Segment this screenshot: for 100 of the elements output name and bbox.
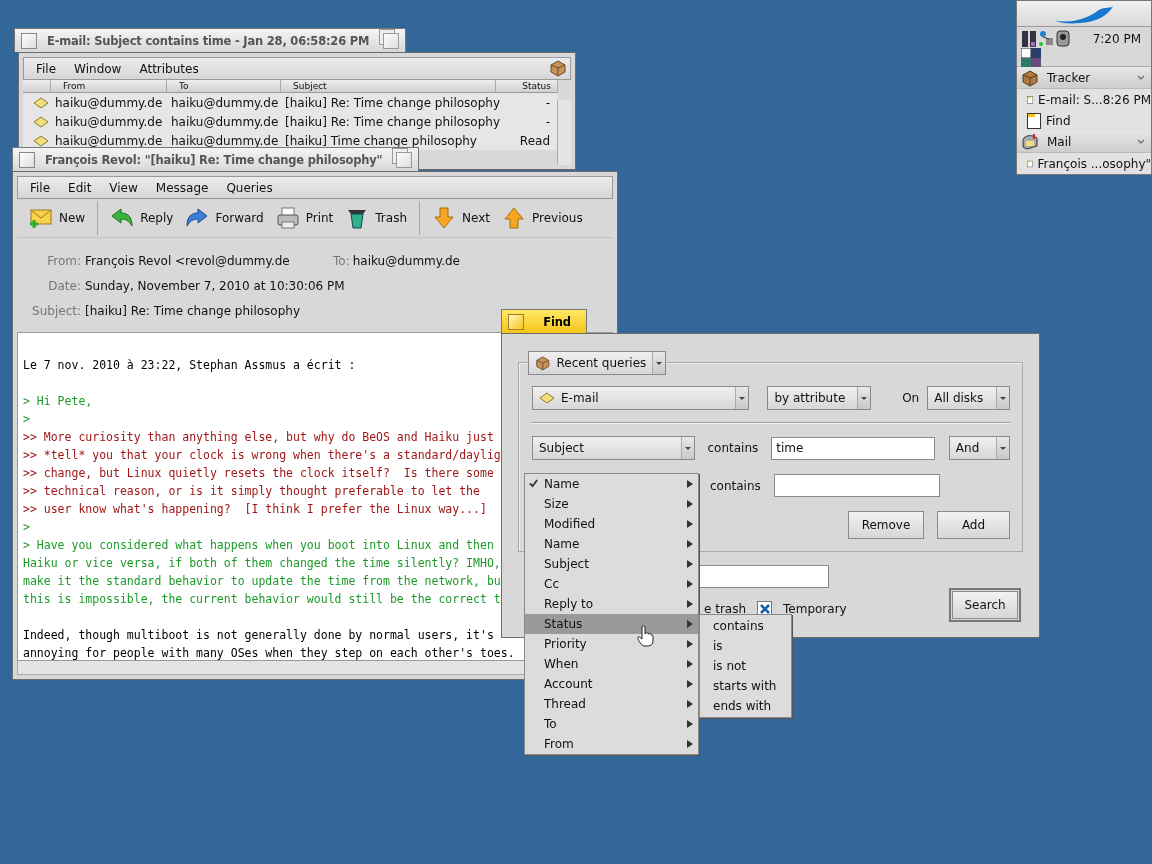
chevron-icon [1137, 138, 1145, 145]
window-tab[interactable]: E-mail: Subject contains time - Jan 28, 06:58:26 PM [14, 28, 407, 52]
menu-item[interactable]: is not [700, 656, 791, 676]
menu-item[interactable]: Name [525, 534, 698, 554]
menu-item[interactable]: Message [146, 180, 218, 195]
window-entry[interactable]: François ...osophy" [1017, 153, 1151, 174]
search-method-menu[interactable]: by attribute [767, 386, 872, 410]
menu-item[interactable]: ends with [700, 696, 791, 716]
attribute-menu[interactable]: Subject [532, 436, 695, 460]
window-title: E-mail: Subject contains time - Jan 28, 06:58:26 PM [47, 33, 370, 48]
menu-item[interactable]: Queries [217, 180, 282, 195]
reply-button[interactable]: Reply [104, 201, 180, 235]
menu-item[interactable]: Account [525, 674, 698, 694]
table-cell-text: Read [518, 133, 551, 148]
close-button[interactable] [19, 151, 35, 168]
table-cell-text: haiku@dummy.de [170, 133, 280, 148]
submenu-arrow-icon [687, 560, 693, 568]
menu-item[interactable]: Window [65, 61, 131, 76]
menu-item[interactable]: Status [525, 614, 698, 634]
print-button[interactable]: Print [269, 201, 340, 235]
menu-item[interactable]: View [100, 180, 147, 195]
window-tab[interactable]: Find [501, 309, 587, 333]
menu-item[interactable]: Edit [59, 180, 101, 195]
right-arrow-icon [185, 207, 210, 229]
workspaces-icon[interactable] [1021, 48, 1041, 68]
submenu-arrow-icon [687, 520, 693, 528]
menu-item[interactable]: File [21, 180, 60, 195]
network-icon[interactable] [1038, 30, 1054, 48]
field-label: Subject: [31, 303, 82, 318]
menu-item[interactable]: Subject [525, 554, 698, 574]
menu-item[interactable]: Name [525, 474, 698, 494]
envelope-icon [33, 115, 49, 128]
submenu-arrow-icon [687, 500, 693, 508]
search-button[interactable]: Search [952, 591, 1018, 619]
menu-item[interactable]: Attributes [130, 61, 208, 76]
package-icon [535, 355, 551, 371]
menu-item[interactable]: is [700, 636, 791, 656]
window-title: François Revol: "[haiku] Re: Time change philosophy" [45, 152, 383, 167]
message-line: Haiku or vice versa, if both of them changed the time silently? IMHO, [23, 555, 501, 572]
message-line: > [23, 519, 30, 536]
remove-button[interactable]: Remove [848, 511, 924, 539]
chevron-icon [1137, 74, 1145, 81]
date-value: Sunday, November 7, 2010 at 10:30:06 PM [85, 278, 345, 293]
file-type-menu[interactable]: E-mail [532, 386, 750, 410]
menu-item[interactable]: Thread [525, 694, 698, 714]
menu-item[interactable]: File [27, 61, 66, 76]
down-arrow-icon [432, 207, 456, 229]
window-tab[interactable]: François Revol: "[haiku] Re: Time change philosophy" [12, 147, 420, 171]
submenu-arrow-icon [687, 540, 693, 548]
value-field[interactable]: time [771, 436, 935, 460]
menu-item[interactable]: Modified [525, 514, 698, 534]
recent-queries-menu[interactable]: Recent queries [528, 351, 666, 375]
conjunction-menu[interactable]: And [948, 436, 1010, 460]
message-line: >> technical reason, or is it simply thought preferable to let the [23, 483, 480, 500]
forward-button[interactable]: Forward [179, 201, 270, 235]
webcam-icon[interactable] [1055, 30, 1071, 48]
app-entry[interactable]: Tracker [1017, 67, 1151, 89]
volume-menu[interactable]: All disks [927, 386, 1010, 410]
package-icon[interactable] [549, 59, 567, 77]
trash-button[interactable]: Trash [339, 201, 413, 235]
app-entry[interactable]: Mail [1017, 131, 1151, 153]
checkmark-icon [759, 603, 770, 614]
table-cell-text: haiku@dummy.de [54, 133, 164, 148]
menu-item[interactable]: Size [525, 494, 698, 514]
menu-item[interactable]: Priority [525, 634, 698, 654]
menu-item[interactable]: To [525, 714, 698, 734]
to-value: haiku@dummy.de [352, 253, 460, 268]
close-button[interactable] [21, 32, 37, 49]
new-button[interactable]: New [23, 201, 92, 235]
message-line: Le 7 nov. 2010 à 23:22, Stephan Assmus a écrit : [23, 357, 356, 374]
table-cell-text: haiku@dummy.de [54, 95, 164, 110]
subject-value: [haiku] Re: Time change philosophy [85, 303, 300, 318]
cpu-meter-icon[interactable] [1021, 30, 1037, 48]
printer-icon [275, 207, 300, 229]
submenu-arrow-icon [687, 480, 693, 488]
clock[interactable]: 7:20 PM [1092, 32, 1147, 46]
menu-item[interactable]: When [525, 654, 698, 674]
previous-button[interactable]: Previous [496, 201, 589, 235]
add-button[interactable]: Add [937, 511, 1010, 539]
field-label: To: [333, 253, 351, 268]
envelope-icon [33, 96, 49, 109]
submenu-arrow-icon [687, 720, 693, 728]
close-button[interactable] [508, 313, 524, 330]
scrollbar[interactable] [557, 100, 571, 165]
menu-item[interactable]: Reply to [525, 594, 698, 614]
window-entry[interactable]: E-mail: S...8:26 PM [1017, 89, 1151, 110]
message-line: > [23, 411, 30, 428]
submenu-arrow-icon [687, 660, 693, 668]
table-cell-text: haiku@dummy.de [54, 114, 164, 129]
table-cell-text: [haiku] Time change philosophy [284, 133, 478, 148]
operator-label: contains [710, 478, 761, 493]
value-field[interactable] [773, 474, 940, 497]
window-entry[interactable]: Find [1017, 110, 1151, 131]
menu-item[interactable]: From [525, 734, 698, 754]
left-arrow-icon [110, 207, 135, 229]
mailbox-icon [1021, 132, 1039, 151]
menu-item[interactable]: contains [700, 616, 791, 636]
next-button[interactable]: Next [426, 201, 496, 235]
menu-item[interactable]: Cc [525, 574, 698, 594]
menu-item[interactable]: starts with [700, 676, 791, 696]
